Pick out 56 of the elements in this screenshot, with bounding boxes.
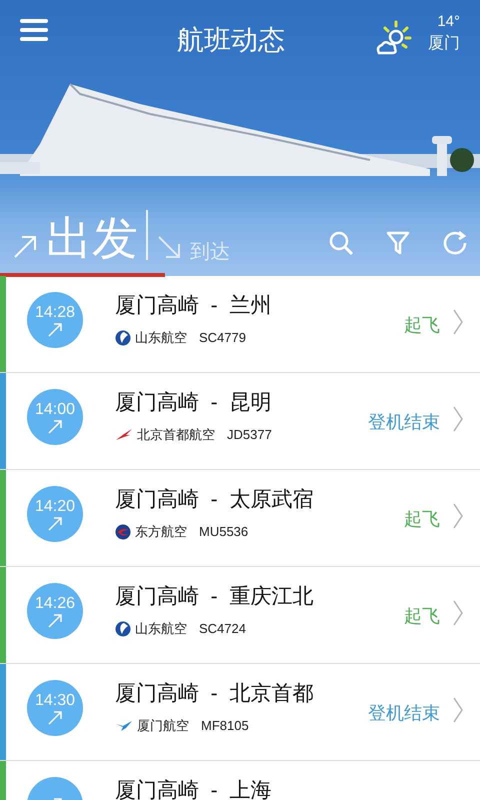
departure-time: 14:28	[34, 303, 76, 323]
flight-number: SC4724	[199, 620, 246, 638]
chevron-right-icon[interactable]	[452, 502, 464, 530]
chevron-right-icon[interactable]	[452, 308, 464, 336]
flight-row[interactable]: 14:20 厦门高崎 - 太原武宿 东方航空 MU5536 起飞	[0, 470, 480, 567]
flight-status: 登机结束	[368, 702, 440, 725]
route: 厦门高崎 - 重庆江北	[115, 584, 314, 610]
airline-name: 山东航空	[135, 329, 187, 347]
route: 厦门高崎 - 上海	[115, 778, 272, 800]
chevron-right-icon[interactable]	[452, 405, 464, 433]
flight-number: MU5536	[199, 523, 248, 541]
swirl-logo-icon	[115, 330, 131, 346]
flight-number: SC4779	[199, 329, 246, 347]
flight-number: MF8105	[201, 717, 249, 735]
arrow-up-right-icon	[48, 420, 62, 434]
arrow-up-right-icon	[48, 517, 62, 531]
chevron-right-icon[interactable]	[452, 696, 464, 724]
flight-row[interactable]: 14:26 厦门高崎 - 重庆江北 山东航空 SC4724 起飞	[0, 567, 480, 664]
airline-name: 东方航空	[135, 523, 187, 541]
flight-row[interactable]: 厦门高崎 - 上海	[0, 761, 480, 800]
arrow-up-right-icon	[48, 711, 62, 725]
route: 厦门高崎 - 兰州	[115, 293, 272, 319]
search-icon[interactable]	[328, 230, 354, 256]
flight-status: 起飞	[404, 605, 440, 628]
menu-icon[interactable]	[20, 16, 48, 44]
departure-time: 14:26	[34, 594, 76, 614]
flight-row[interactable]: 14:28 厦门高崎 - 兰州 山东航空 SC4779 起飞	[0, 276, 480, 373]
departure-time: 14:20	[34, 497, 76, 517]
route: 厦门高崎 - 昆明	[115, 390, 272, 416]
flight-row[interactable]: 14:30 厦门高崎 - 北京首都 厦门航空 MF8105 登机结束	[0, 664, 480, 761]
airline-name: 厦门航空	[137, 717, 189, 735]
bird-logo-icon	[115, 428, 133, 442]
chevron-right-icon[interactable]	[452, 599, 464, 627]
egret-logo-icon	[115, 720, 133, 732]
flight-row[interactable]: 14:00 厦门高崎 - 昆明 北京首都航空 JD5377 登机结束	[0, 373, 480, 470]
departure-time: 14:30	[34, 691, 76, 711]
arrow-up-right-icon	[48, 614, 62, 628]
flight-status: 起飞	[404, 314, 440, 337]
flight-status: 起飞	[404, 508, 440, 531]
flight-number: JD5377	[227, 426, 272, 444]
airline-name: 山东航空	[135, 620, 187, 638]
filter-icon[interactable]	[386, 230, 410, 256]
arrow-down-right-icon	[156, 234, 182, 260]
arrow-up-right-icon	[48, 323, 62, 337]
swallow-logo-icon	[115, 524, 131, 540]
flight-status: 登机结束	[368, 411, 440, 434]
swirl-logo-icon	[115, 620, 131, 637]
city-name: 厦门	[428, 34, 460, 54]
airline-name: 北京首都航空	[137, 426, 215, 444]
refresh-icon[interactable]	[442, 230, 468, 256]
arrow-up-right-icon	[12, 234, 38, 260]
temperature: 14°	[437, 12, 460, 32]
page-title: 航班动态	[177, 24, 285, 57]
departure-time: 14:00	[34, 400, 76, 420]
route: 厦门高崎 - 太原武宿	[115, 487, 314, 513]
route: 厦门高崎 - 北京首都	[115, 681, 314, 707]
